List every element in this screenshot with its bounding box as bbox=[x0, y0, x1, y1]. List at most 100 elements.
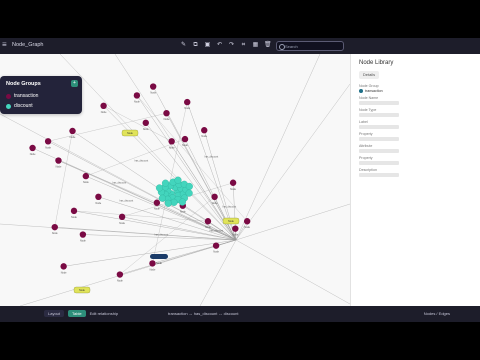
grid-icon[interactable]: ▦ bbox=[252, 42, 259, 49]
edge-label: has_discount bbox=[135, 160, 149, 163]
transaction-node[interactable] bbox=[55, 157, 62, 164]
highlight-node-label: Node bbox=[79, 289, 85, 292]
letterbox-top bbox=[0, 0, 480, 38]
discount-node[interactable] bbox=[185, 189, 193, 197]
sidebar-field: Node Group transaction bbox=[359, 84, 471, 94]
discount-node[interactable] bbox=[164, 199, 172, 207]
sidebar-field-value[interactable] bbox=[359, 173, 399, 177]
sidebar-field: Attribute bbox=[359, 144, 471, 153]
search-input[interactable]: Search bbox=[276, 41, 344, 51]
transaction-node[interactable] bbox=[69, 127, 76, 135]
transaction-node-label: Node bbox=[52, 232, 58, 235]
sidebar-field-value[interactable] bbox=[359, 161, 399, 165]
toolbar: ✎ ⧉ ▣ ↶ ↷ ⌗ ▦ 🗑 bbox=[180, 42, 272, 49]
transaction-node[interactable] bbox=[70, 207, 78, 215]
transaction-dot-icon bbox=[6, 93, 11, 99]
transaction-node[interactable] bbox=[201, 127, 208, 134]
transaction-node[interactable] bbox=[95, 193, 102, 201]
details-tab[interactable]: Details bbox=[359, 71, 379, 79]
checkbox-icon[interactable] bbox=[359, 89, 363, 94]
table-button[interactable]: Table bbox=[68, 310, 86, 317]
highlight-node-label: Node bbox=[228, 220, 234, 223]
transaction-node[interactable] bbox=[153, 199, 161, 206]
transaction-node[interactable] bbox=[149, 83, 157, 90]
transaction-node-label: Node bbox=[212, 202, 218, 205]
graph-counts: Nodes / Edges bbox=[423, 311, 450, 316]
sidebar-field-value[interactable]: transaction bbox=[359, 89, 399, 94]
transaction-node[interactable] bbox=[163, 110, 170, 117]
graph-edge bbox=[58, 160, 157, 203]
graph-canvas[interactable]: Node Node Node Node Node Node Node Node Node Node… bbox=[0, 53, 351, 307]
transaction-node[interactable] bbox=[204, 218, 212, 225]
transaction-node[interactable] bbox=[133, 92, 141, 99]
redo-icon[interactable]: ↷ bbox=[228, 42, 235, 49]
edge-label: has_discount bbox=[155, 234, 169, 237]
selected-node[interactable] bbox=[150, 254, 168, 259]
sidebar-field-value[interactable] bbox=[359, 137, 399, 141]
transaction-node-label: Node bbox=[150, 268, 156, 271]
crop-icon[interactable]: ⌗ bbox=[240, 42, 247, 49]
sidebar-field-label: Label bbox=[359, 120, 368, 124]
transaction-node[interactable] bbox=[168, 138, 175, 145]
image-icon[interactable]: ▣ bbox=[204, 42, 211, 49]
discount-node[interactable] bbox=[155, 184, 164, 192]
edge-label: has_discount bbox=[205, 156, 219, 159]
transaction-node[interactable] bbox=[211, 193, 218, 201]
graph-edge bbox=[59, 53, 237, 241]
edit-relationship-label[interactable]: Edit relationship bbox=[90, 311, 118, 316]
node-group-label: discount bbox=[14, 103, 33, 109]
transaction-node[interactable] bbox=[29, 144, 36, 152]
delete-icon[interactable]: 🗑 bbox=[264, 42, 272, 49]
transaction-node[interactable] bbox=[184, 98, 191, 106]
transaction-node[interactable] bbox=[229, 179, 237, 186]
edit-icon[interactable]: ✎ bbox=[180, 42, 187, 49]
transaction-node[interactable] bbox=[44, 138, 52, 145]
transaction-node[interactable] bbox=[51, 223, 58, 231]
sidebar-field-value[interactable] bbox=[359, 101, 399, 105]
layout-button[interactable]: Layout bbox=[44, 310, 65, 317]
transaction-node[interactable] bbox=[116, 271, 124, 278]
transaction-node[interactable] bbox=[118, 213, 126, 220]
sidebar-field: Label bbox=[359, 120, 471, 129]
node-group-transaction[interactable]: transaction bbox=[6, 93, 38, 99]
sidebar-field-value[interactable] bbox=[359, 149, 399, 153]
transaction-node-label: Node bbox=[96, 202, 102, 205]
discount-node[interactable] bbox=[174, 176, 182, 184]
discount-node[interactable] bbox=[178, 198, 186, 206]
sidebar-field-value[interactable] bbox=[359, 125, 399, 129]
discount-node[interactable] bbox=[161, 179, 170, 187]
transaction-node[interactable] bbox=[60, 263, 67, 270]
graph-edge bbox=[19, 239, 237, 307]
footer-left: Layout Table Edit relationship bbox=[44, 310, 118, 317]
graph-nodes[interactable] bbox=[29, 83, 251, 294]
node-groups-header: Node Groups bbox=[6, 81, 41, 87]
transaction-node-label: Node bbox=[45, 146, 51, 149]
transaction-node-label: Node bbox=[134, 100, 140, 103]
transaction-node[interactable] bbox=[243, 218, 251, 225]
transaction-node[interactable] bbox=[149, 260, 156, 267]
transaction-node[interactable] bbox=[212, 242, 220, 249]
transaction-node[interactable] bbox=[142, 119, 149, 127]
transaction-node[interactable] bbox=[82, 172, 90, 180]
transaction-node[interactable] bbox=[79, 231, 87, 238]
add-node-group-button[interactable]: + bbox=[71, 80, 78, 87]
sidebar-field-value[interactable] bbox=[359, 113, 399, 117]
sidebar-field-label: Node Name bbox=[359, 96, 379, 100]
discount-node[interactable] bbox=[185, 182, 193, 190]
transaction-node-label: Node bbox=[182, 144, 188, 147]
transaction-node[interactable] bbox=[232, 225, 239, 232]
menu-icon[interactable]: ≡ bbox=[2, 41, 7, 49]
app-title: Node_Graph bbox=[12, 42, 44, 48]
transaction-node[interactable] bbox=[181, 135, 189, 143]
transaction-node-label: Node bbox=[169, 146, 175, 149]
undo-icon[interactable]: ↶ bbox=[216, 42, 223, 49]
transaction-node-label: Node bbox=[61, 271, 67, 274]
relationship-summary: transaction ↔ has_discount ↔ discount bbox=[168, 311, 239, 316]
transaction-node-label: Node bbox=[164, 118, 170, 121]
transaction-node[interactable] bbox=[100, 102, 107, 109]
discount-node[interactable] bbox=[158, 194, 166, 202]
node-group-discount[interactable]: discount bbox=[6, 103, 33, 109]
transaction-node-label: Node bbox=[201, 135, 207, 138]
copy-icon[interactable]: ⧉ bbox=[192, 42, 199, 49]
sidebar-field: Node Type bbox=[359, 108, 471, 117]
